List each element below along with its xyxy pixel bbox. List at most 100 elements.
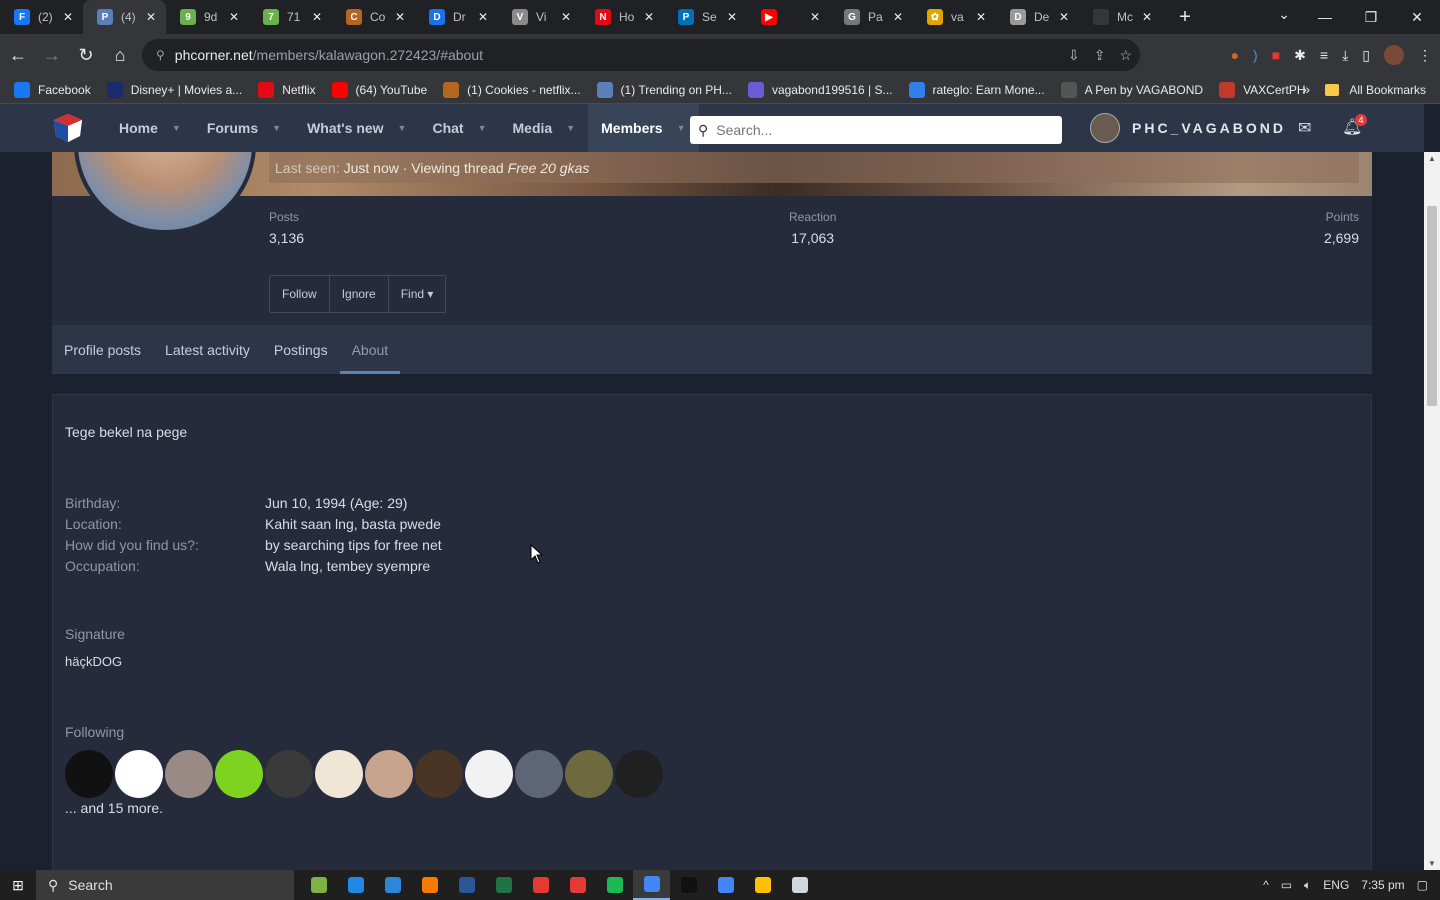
close-tab-icon[interactable]: ✕ xyxy=(1140,10,1154,24)
language-indicator[interactable]: ENG xyxy=(1323,878,1349,892)
close-tab-icon[interactable]: ✕ xyxy=(1057,10,1071,24)
bookmark-item[interactable]: VAXCertPH xyxy=(1219,81,1306,98)
taskbar-app-icon[interactable] xyxy=(411,870,448,900)
bookmark-item[interactable]: rateglo: Earn Mone... xyxy=(908,81,1045,98)
pdf-extension-icon[interactable]: ■ xyxy=(1272,47,1280,63)
stat-posts[interactable]: Posts 3,136 xyxy=(269,210,304,246)
following-avatar[interactable] xyxy=(315,750,363,798)
taskbar-app-icon[interactable] xyxy=(300,870,337,900)
new-tab-button[interactable]: + xyxy=(1170,6,1200,29)
tab-about[interactable]: About xyxy=(339,325,401,374)
profile-avatar-image[interactable] xyxy=(74,152,256,234)
taskbar-app-icon[interactable] xyxy=(337,870,374,900)
nav-item-home[interactable]: Home ▼ xyxy=(106,104,194,152)
bookmark-star-icon[interactable]: ☆ xyxy=(1119,47,1132,64)
tab-latest-activity[interactable]: Latest activity xyxy=(153,325,262,374)
taskbar-app-icon[interactable] xyxy=(559,870,596,900)
cookie-extension-icon[interactable]: ● xyxy=(1231,47,1239,63)
clock[interactable]: 7:35 pm xyxy=(1361,878,1404,892)
close-tab-icon[interactable]: ✕ xyxy=(310,10,324,24)
browser-tab[interactable]: F (2) ✕ xyxy=(0,0,83,34)
chevron-down-icon[interactable]: ▼ xyxy=(677,123,686,133)
browser-tab[interactable]: D De ✕ xyxy=(996,0,1079,34)
taskbar-app-icon[interactable] xyxy=(448,870,485,900)
taskbar-app-icon[interactable] xyxy=(670,870,707,900)
taskbar-app-icon[interactable] xyxy=(374,870,411,900)
home-button[interactable]: ⌂ xyxy=(104,39,136,71)
following-avatar[interactable] xyxy=(565,750,613,798)
close-tab-icon[interactable]: ✕ xyxy=(61,10,75,24)
nav-item-media[interactable]: Media ▼ xyxy=(500,104,589,152)
nav-item-what-s-new[interactable]: What's new ▼ xyxy=(294,104,419,152)
browser-tab[interactable]: D Dr ✕ xyxy=(415,0,498,34)
bookmark-item[interactable]: (1) Trending on PH... xyxy=(596,81,732,98)
close-tab-icon[interactable]: ✕ xyxy=(393,10,407,24)
all-bookmarks-button[interactable]: All Bookmarks xyxy=(1325,76,1426,104)
following-avatar[interactable] xyxy=(265,750,313,798)
bookmark-item[interactable]: A Pen by VAGABOND xyxy=(1060,81,1203,98)
browser-tab[interactable]: ▶ ✕ xyxy=(747,0,830,34)
nav-item-members[interactable]: Members ▼ xyxy=(588,104,699,152)
close-tab-icon[interactable]: ✕ xyxy=(808,10,822,24)
page-scrollbar[interactable]: ▲ ▼ xyxy=(1424,152,1440,870)
close-tab-icon[interactable]: ✕ xyxy=(559,10,573,24)
taskbar-app-icon[interactable] xyxy=(744,870,781,900)
profile-avatar[interactable] xyxy=(1384,45,1404,65)
mail-icon[interactable]: ✉ xyxy=(1298,118,1311,138)
close-tab-icon[interactable]: ✕ xyxy=(476,10,490,24)
browser-tab[interactable]: G Pa ✕ xyxy=(830,0,913,34)
forward-button[interactable]: → xyxy=(36,39,68,71)
scroll-up-arrow-icon[interactable]: ▲ xyxy=(1428,154,1436,163)
following-avatar[interactable] xyxy=(365,750,413,798)
extensions-puzzle-icon[interactable]: ✱ xyxy=(1294,47,1306,64)
last-seen-thread-link[interactable]: Free 20 gkas xyxy=(508,160,590,176)
windows-start-icon[interactable]: ⊞ xyxy=(0,870,36,900)
close-window-button[interactable]: ✕ xyxy=(1394,0,1440,34)
chevron-down-icon[interactable]: ▼ xyxy=(478,123,487,133)
following-avatar[interactable] xyxy=(215,750,263,798)
scroll-down-arrow-icon[interactable]: ▼ xyxy=(1428,859,1436,868)
phcorner-logo[interactable] xyxy=(52,112,84,144)
chevron-down-icon[interactable]: ▼ xyxy=(272,123,281,133)
following-avatar[interactable] xyxy=(515,750,563,798)
close-tab-icon[interactable]: ✕ xyxy=(144,10,158,24)
bookmark-item[interactable]: vagabond199516 | S... xyxy=(747,81,893,98)
following-avatar[interactable] xyxy=(465,750,513,798)
find-dropdown-button[interactable]: Find ▾ xyxy=(388,276,446,312)
network-icon[interactable]: ▭ xyxy=(1281,878,1292,892)
following-avatar[interactable] xyxy=(115,750,163,798)
browser-tab[interactable]: P (4) ✕ xyxy=(83,0,166,34)
close-tab-icon[interactable]: ✕ xyxy=(974,10,988,24)
bookmark-item[interactable]: (64) YouTube xyxy=(331,81,427,98)
chevron-down-icon[interactable]: ▼ xyxy=(398,123,407,133)
following-more-link[interactable]: ... and 15 more. xyxy=(65,800,163,816)
site-search-input[interactable] xyxy=(716,122,1062,138)
tray-overflow-icon[interactable]: ^ xyxy=(1263,878,1269,892)
taskbar-app-icon[interactable] xyxy=(633,870,670,900)
nav-item-chat[interactable]: Chat ▼ xyxy=(419,104,499,152)
tab-search-icon[interactable]: ⌄ xyxy=(1278,6,1290,23)
ignore-button[interactable]: Ignore xyxy=(329,276,389,312)
following-avatar[interactable] xyxy=(615,750,663,798)
address-bar[interactable]: ⚲ phcorner.net/members/kalawagon.272423/… xyxy=(142,39,1140,71)
minimize-button[interactable]: — xyxy=(1302,0,1348,34)
user-menu[interactable]: PHC_VAGABOND xyxy=(1090,104,1286,152)
stat-points[interactable]: Points 2,699 xyxy=(1324,210,1359,246)
chevron-down-icon[interactable]: ▼ xyxy=(566,123,575,133)
browser-tab[interactable]: C Co ✕ xyxy=(332,0,415,34)
close-tab-icon[interactable]: ✕ xyxy=(725,10,739,24)
taskbar-app-icon[interactable] xyxy=(707,870,744,900)
volume-icon[interactable]: 🔈︎ xyxy=(1304,878,1311,893)
following-avatar[interactable] xyxy=(415,750,463,798)
browser-tab[interactable]: 9 9d ✕ xyxy=(166,0,249,34)
nav-item-forums[interactable]: Forums ▼ xyxy=(194,104,294,152)
extension-icon[interactable]: ) xyxy=(1253,47,1258,63)
taskbar-app-icon[interactable] xyxy=(781,870,818,900)
bookmark-item[interactable]: Facebook xyxy=(14,81,91,98)
bookmark-item[interactable]: (1) Cookies - netflix... xyxy=(443,81,581,98)
share-icon[interactable]: ⇪ xyxy=(1094,47,1106,64)
following-avatar[interactable] xyxy=(165,750,213,798)
browser-tab[interactable]: 7 71 ✕ xyxy=(249,0,332,34)
reload-button[interactable]: ↻ xyxy=(70,39,102,71)
tab-profile-posts[interactable]: Profile posts xyxy=(52,325,153,374)
